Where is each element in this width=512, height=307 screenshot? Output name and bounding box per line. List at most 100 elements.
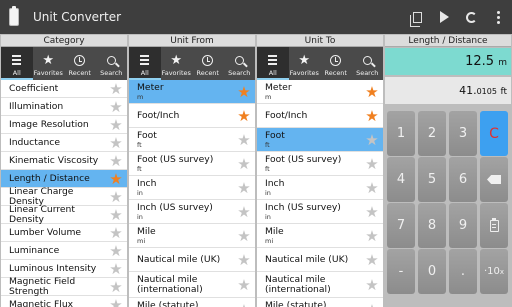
category-item[interactable]: Magnetic Field Strength ★: [1, 277, 127, 296]
unit-item[interactable]: Inch in ★: [129, 176, 255, 200]
unit-item[interactable]: Nautical mile (international) ★: [129, 272, 255, 298]
favorite-star-icon[interactable]: ★: [233, 227, 255, 245]
tab-recent[interactable]: Recent: [192, 47, 224, 80]
unit-item[interactable]: Meter m ★: [257, 80, 383, 104]
category-item[interactable]: Luminance ★: [1, 242, 127, 260]
favorite-star-icon[interactable]: ★: [233, 301, 255, 307]
favorite-star-icon[interactable]: ★: [105, 98, 127, 116]
tab-favorites[interactable]: ★ Favorites: [161, 47, 193, 80]
unit-item[interactable]: Nautical mile (international) ★: [257, 272, 383, 298]
unit-item[interactable]: Mile (statute)mi★: [257, 298, 383, 307]
category-list[interactable]: Coefficient ★ Illumination ★ Image Resolutio…: [1, 80, 127, 307]
unit-item[interactable]: Foot/Inch ★: [257, 104, 383, 128]
overflow-menu-button[interactable]: [485, 0, 512, 34]
key-9[interactable]: 9: [449, 203, 477, 248]
favorite-star-icon[interactable]: ★: [361, 227, 383, 245]
category-item[interactable]: Coefficient ★: [1, 80, 127, 98]
unit-to-list[interactable]: Meter m ★ Foot/Inch ★ Foot ft ★ Foot (US survey)…: [257, 80, 383, 307]
favorite-star-icon[interactable]: ★: [105, 242, 127, 260]
unit-item[interactable]: Mile (statute)mi★: [129, 298, 255, 307]
tab-recent[interactable]: Recent: [320, 47, 352, 80]
favorite-star-icon[interactable]: ★: [105, 170, 127, 188]
favorite-star-icon[interactable]: ★: [233, 251, 255, 269]
unit-item[interactable]: Inch (US survey) in ★: [129, 200, 255, 224]
tab-recent[interactable]: Recent: [64, 47, 96, 80]
tab-favorites[interactable]: ★ Favorites: [289, 47, 321, 80]
unit-item[interactable]: Foot (US survey) ft ★: [257, 152, 383, 176]
favorite-star-icon[interactable]: ★: [105, 116, 127, 134]
category-item[interactable]: Inductance ★: [1, 134, 127, 152]
paste-button[interactable]: [480, 203, 508, 248]
favorite-star-icon[interactable]: ★: [105, 134, 127, 152]
category-item[interactable]: Linear Current Density ★: [1, 205, 127, 224]
unit-item[interactable]: Inch (US survey) in ★: [257, 200, 383, 224]
key-5[interactable]: 5: [418, 157, 446, 202]
favorite-star-icon[interactable]: ★: [105, 296, 127, 307]
category-item[interactable]: Kinematic Viscosity ★: [1, 152, 127, 170]
key-3[interactable]: 3: [449, 111, 477, 156]
favorite-star-icon[interactable]: ★: [105, 278, 127, 296]
favorite-star-icon[interactable]: ★: [105, 80, 127, 98]
backspace-button[interactable]: [480, 157, 508, 202]
favorite-star-icon[interactable]: ★: [233, 203, 255, 221]
key-6[interactable]: 6: [449, 157, 477, 202]
copy-button[interactable]: [404, 0, 431, 34]
key-2[interactable]: 2: [418, 111, 446, 156]
tab-search[interactable]: Search: [96, 47, 128, 80]
favorite-star-icon[interactable]: ★: [233, 107, 255, 125]
tab-search[interactable]: Search: [352, 47, 384, 80]
favorite-star-icon[interactable]: ★: [361, 155, 383, 173]
favorite-star-icon[interactable]: ★: [105, 152, 127, 170]
to-value-display[interactable]: 41.0105 ft: [385, 77, 511, 104]
unit-item[interactable]: Inch in ★: [257, 176, 383, 200]
category-item[interactable]: Length / Distance ★: [1, 170, 127, 188]
from-value-display[interactable]: 12.5 m: [385, 48, 511, 75]
swap-button[interactable]: [458, 0, 485, 34]
favorite-star-icon[interactable]: ★: [105, 260, 127, 278]
favorite-star-icon[interactable]: ★: [105, 206, 127, 224]
favorite-star-icon[interactable]: ★: [233, 131, 255, 149]
favorite-star-icon[interactable]: ★: [105, 188, 127, 206]
unit-item[interactable]: Nautical mile (UK) ★: [129, 248, 255, 272]
unit-from-list[interactable]: Meter m ★ Foot/Inch ★ Foot ft ★ Foot (US survey)…: [129, 80, 255, 307]
key-1[interactable]: 1: [387, 111, 415, 156]
category-item[interactable]: Lumber Volume ★: [1, 224, 127, 242]
key-7[interactable]: 7: [387, 203, 415, 248]
category-item[interactable]: Luminous Intensity ★: [1, 260, 127, 278]
favorite-star-icon[interactable]: ★: [361, 251, 383, 269]
favorite-star-icon[interactable]: ★: [361, 131, 383, 149]
favorite-star-icon[interactable]: ★: [233, 276, 255, 294]
unit-item[interactable]: Foot (US survey) ft ★: [129, 152, 255, 176]
tab-search[interactable]: Search: [224, 47, 256, 80]
unit-item[interactable]: Nautical mile (UK) ★: [257, 248, 383, 272]
favorite-star-icon[interactable]: ★: [361, 203, 383, 221]
minus-button[interactable]: -: [387, 249, 415, 294]
category-item[interactable]: Illumination ★: [1, 98, 127, 116]
favorite-star-icon[interactable]: ★: [361, 301, 383, 307]
clear-button[interactable]: C: [480, 111, 508, 156]
category-item[interactable]: Magnetic Flux ★: [1, 296, 127, 307]
favorite-star-icon[interactable]: ★: [361, 179, 383, 197]
unit-item[interactable]: Mile mi ★: [257, 224, 383, 248]
favorite-star-icon[interactable]: ★: [233, 179, 255, 197]
unit-item[interactable]: Meter m ★: [129, 80, 255, 104]
unit-item[interactable]: Foot/Inch ★: [129, 104, 255, 128]
key-0[interactable]: 0: [418, 249, 446, 294]
favorite-star-icon[interactable]: ★: [233, 83, 255, 101]
favorite-star-icon[interactable]: ★: [361, 107, 383, 125]
tab-all[interactable]: All: [257, 47, 289, 80]
key-8[interactable]: 8: [418, 203, 446, 248]
tab-all[interactable]: All: [1, 47, 33, 80]
favorite-star-icon[interactable]: ★: [361, 276, 383, 294]
decimal-button[interactable]: .: [449, 249, 477, 294]
unit-item[interactable]: Foot ft ★: [257, 128, 383, 152]
exponent-button[interactable]: ·10 x: [480, 249, 508, 294]
favorite-star-icon[interactable]: ★: [233, 155, 255, 173]
category-item[interactable]: Image Resolution ★: [1, 116, 127, 134]
favorite-star-icon[interactable]: ★: [105, 224, 127, 242]
category-item[interactable]: Linear Charge Density ★: [1, 187, 127, 206]
favorite-star-icon[interactable]: ★: [361, 83, 383, 101]
unit-item[interactable]: Foot ft ★: [129, 128, 255, 152]
tab-all[interactable]: All: [129, 47, 161, 80]
tab-favorites[interactable]: ★ Favorites: [33, 47, 65, 80]
